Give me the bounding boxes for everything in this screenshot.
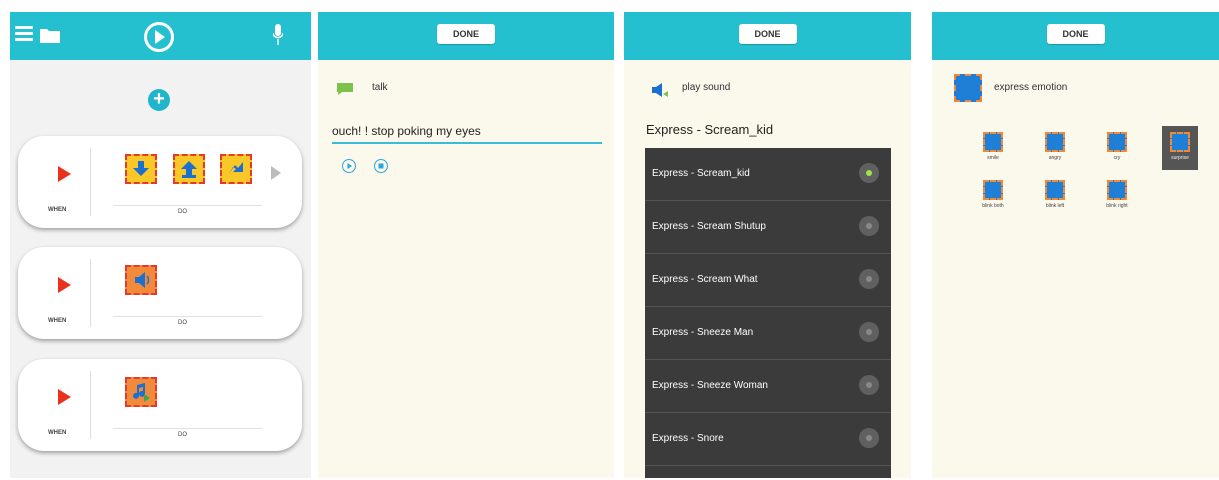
trigger-play-icon[interactable]	[58, 277, 71, 293]
sound-select[interactable]: Express - Scream_kid	[646, 122, 773, 137]
microphone-icon[interactable]	[273, 24, 283, 46]
emotion-blink-left[interactable]: blink left	[1040, 180, 1070, 209]
rule-card[interactable]: WHEN DO	[18, 136, 302, 228]
emotion-blink-right[interactable]: blink right	[1102, 180, 1132, 209]
play-icon[interactable]	[342, 159, 356, 173]
emotion-smile[interactable]: smile	[978, 132, 1008, 161]
play-sound-panel: DONE play sound Express - Scream_kid Exp…	[624, 12, 911, 478]
divider	[90, 148, 91, 216]
turn-block-icon[interactable]	[220, 154, 252, 184]
top-bar: DONE	[932, 12, 1219, 60]
do-line	[113, 316, 262, 317]
top-bar: DONE	[624, 12, 911, 60]
play-program-icon[interactable]	[144, 22, 174, 52]
option-label: Express - Sneeze Woman	[652, 380, 768, 391]
folder-icon[interactable]	[40, 27, 60, 43]
emotion-label: angry	[1048, 155, 1062, 161]
emotion-label: blink left	[1045, 203, 1065, 209]
emotion-blink-both[interactable]: blink both	[978, 180, 1008, 209]
when-label: WHEN	[48, 318, 67, 324]
menu-icon[interactable]	[15, 26, 33, 42]
when-label: WHEN	[48, 207, 67, 213]
action-label: play sound	[682, 82, 731, 93]
action-label: express emotion	[994, 82, 1068, 93]
cry-icon	[1107, 132, 1127, 152]
blink-right-icon	[1107, 180, 1127, 200]
emotion-panel: DONE express emotion smile angry cry sur…	[932, 12, 1219, 478]
option-label: Express - Sneeze Man	[652, 327, 754, 338]
done-button[interactable]: DONE	[437, 24, 495, 44]
rule-card[interactable]: WHEN DO	[18, 247, 302, 339]
list-item[interactable]: Express - Snore	[645, 413, 891, 466]
option-label: Express - Snore	[652, 433, 724, 444]
option-label: Express - Scream What	[652, 274, 758, 285]
move-down-block-icon[interactable]	[125, 154, 157, 184]
list-item[interactable]: Express - Scream_kid	[645, 148, 891, 201]
emotion-label: surprise	[1171, 155, 1189, 161]
do-label: DO	[178, 432, 187, 438]
sound-dropdown-list: Express - Scream_kid Express - Scream Sh…	[645, 148, 891, 478]
trigger-play-icon[interactable]	[58, 166, 71, 182]
radio-icon[interactable]	[859, 375, 879, 395]
top-bar: DONE	[318, 12, 614, 60]
sound-block-icon[interactable]	[125, 265, 157, 295]
do-line	[113, 205, 262, 206]
talk-panel: DONE talk ouch! ! stop poking my eyes	[318, 12, 614, 478]
when-label: WHEN	[48, 430, 67, 436]
emotion-label: blink both	[982, 203, 1004, 209]
list-item[interactable]: Express - Sneeze Woman	[645, 360, 891, 413]
expand-arrow-icon[interactable]	[271, 166, 281, 180]
speaker-icon	[652, 83, 668, 97]
top-bar	[10, 12, 311, 60]
emotion-face-icon	[954, 74, 982, 102]
list-item[interactable]: Express - Scream What	[645, 254, 891, 307]
radio-icon[interactable]	[859, 269, 879, 289]
surprise-icon	[1170, 132, 1190, 152]
action-label: talk	[372, 82, 388, 93]
emotion-surprise[interactable]: surprise	[1162, 126, 1198, 170]
divider	[90, 371, 91, 439]
radio-icon[interactable]	[859, 216, 879, 236]
list-item[interactable]: Express - Scream Shutup	[645, 201, 891, 254]
program-panel: + WHEN DO WHEN DO WHEN DO	[10, 12, 311, 478]
emotion-label: cry	[1113, 155, 1121, 161]
blink-left-icon	[1045, 180, 1065, 200]
radio-icon[interactable]	[859, 322, 879, 342]
option-label: Express - Scream_kid	[652, 168, 750, 179]
done-button[interactable]: DONE	[1046, 24, 1105, 44]
radio-selected-icon[interactable]	[859, 163, 879, 183]
blink-both-icon	[983, 180, 1003, 200]
move-up-block-icon[interactable]	[173, 154, 205, 184]
list-item[interactable]: Express - Sneeze Man	[645, 307, 891, 360]
done-button[interactable]: DONE	[738, 24, 797, 44]
add-rule-button[interactable]: +	[148, 89, 170, 111]
emotion-angry[interactable]: angry	[1040, 132, 1070, 161]
angry-icon	[1045, 132, 1065, 152]
emotion-label: blink right	[1106, 203, 1128, 209]
divider	[90, 259, 91, 327]
trigger-play-icon[interactable]	[58, 389, 71, 405]
do-line	[113, 428, 262, 429]
rule-card[interactable]: WHEN DO	[18, 359, 302, 451]
speech-text-field[interactable]: ouch! ! stop poking my eyes	[332, 124, 602, 144]
emotion-cry[interactable]: cry	[1102, 132, 1132, 161]
do-label: DO	[178, 209, 187, 215]
chat-bubble-icon	[337, 83, 353, 95]
stop-icon[interactable]	[374, 159, 388, 173]
radio-icon[interactable]	[859, 428, 879, 448]
do-label: DO	[178, 320, 187, 326]
music-block-icon[interactable]	[125, 377, 157, 407]
emotion-label: smile	[987, 155, 999, 161]
smile-icon	[983, 132, 1003, 152]
option-label: Express - Scream Shutup	[652, 221, 766, 232]
